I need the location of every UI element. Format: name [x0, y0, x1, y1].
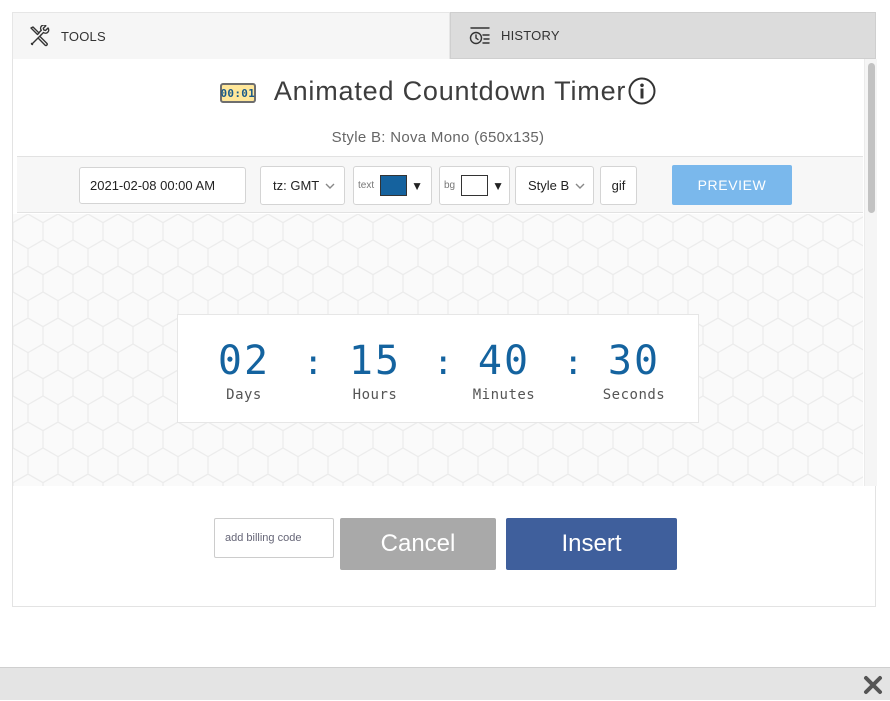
timer-preview: 02 Days : 15 Hours : 40 Minutes : 30 Sec… — [13, 214, 863, 486]
preview-button[interactable]: PREVIEW — [672, 165, 792, 205]
style-value: Style B — [528, 178, 570, 193]
days-value: 02 — [217, 338, 271, 384]
chevron-down-icon — [325, 182, 335, 190]
countdown-display: 02 Days : 15 Hours : 40 Minutes : 30 Sec… — [177, 314, 699, 423]
chevron-down-icon — [575, 182, 585, 190]
hours-unit: 15 Hours — [341, 337, 409, 403]
timer-dialog: TOOLS HISTORY 00:01 Animated Countdown T… — [0, 0, 890, 700]
tools-panel: 00:01 Animated Countdown Timer Style B: … — [12, 59, 877, 607]
page-title: Animated Countdown Timer — [273, 75, 627, 106]
widget-title-row: 00:01 Animated Countdown Timer — [13, 73, 863, 109]
billing-code-input[interactable] — [214, 518, 334, 558]
hours-value: 15 — [348, 338, 402, 384]
style-select[interactable]: Style B — [515, 166, 594, 205]
minutes-unit: 40 Minutes — [468, 337, 540, 403]
timezone-value: tz: GMT — [273, 178, 320, 193]
bg-color-label: bg — [444, 180, 456, 191]
timer-editor: 00:01 Animated Countdown Timer Style B: … — [13, 59, 863, 486]
timer-badge-text: 00:01 — [220, 86, 256, 100]
bg-color-swatch — [461, 175, 489, 196]
minutes-value: 40 — [477, 338, 531, 384]
separator: : — [433, 343, 454, 383]
minutes-label: Minutes — [472, 387, 536, 403]
close-icon[interactable] — [862, 674, 884, 696]
seconds-unit: 30 Seconds — [598, 337, 670, 403]
tools-icon — [29, 25, 51, 47]
days-unit: 02 Days — [214, 337, 274, 403]
timezone-select[interactable]: tz: GMT — [260, 166, 345, 205]
gif-button[interactable]: gif — [600, 166, 637, 205]
style-subtitle: Style B: Nova Mono (650x135) — [331, 129, 545, 146]
scrollbar[interactable] — [864, 59, 877, 486]
bg-color-select[interactable]: bg ▼ — [439, 166, 510, 205]
text-color-label: text — [358, 180, 375, 191]
history-icon — [469, 25, 491, 47]
tab-tools[interactable]: TOOLS — [12, 12, 450, 59]
dropdown-arrow-icon: ▼ — [492, 178, 505, 193]
date-input[interactable] — [79, 167, 246, 204]
info-icon[interactable] — [628, 77, 656, 105]
separator: : — [303, 343, 324, 383]
seconds-value: 30 — [607, 338, 661, 384]
text-color-swatch — [380, 175, 408, 196]
text-color-select[interactable]: text ▼ — [353, 166, 432, 205]
dropdown-arrow-icon: ▼ — [411, 178, 424, 193]
seconds-label: Seconds — [602, 387, 666, 403]
hours-label: Hours — [352, 387, 398, 403]
timer-badge-icon: 00:01 — [219, 83, 256, 103]
cancel-button[interactable]: Cancel — [340, 518, 496, 570]
tab-history-label: HISTORY — [501, 28, 560, 43]
insert-button[interactable]: Insert — [506, 518, 677, 570]
tab-bar: TOOLS HISTORY — [12, 12, 876, 59]
scrollbar-thumb[interactable] — [868, 63, 875, 213]
days-label: Days — [226, 387, 262, 403]
timer-toolbar: tz: GMT text ▼ bg ▼ Style B — [17, 156, 863, 213]
tab-history[interactable]: HISTORY — [450, 12, 876, 59]
tab-tools-label: TOOLS — [61, 28, 106, 44]
bottom-bar — [0, 667, 890, 700]
separator: : — [563, 343, 584, 383]
